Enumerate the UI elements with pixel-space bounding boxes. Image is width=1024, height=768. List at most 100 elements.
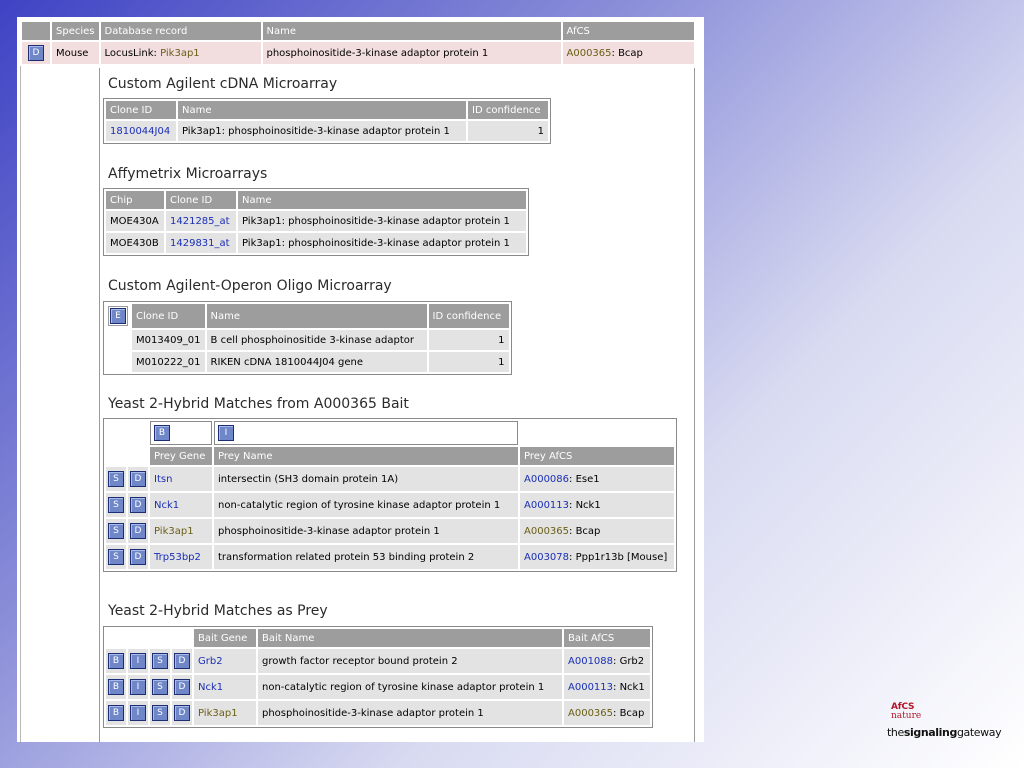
row-d-cell: D — [128, 519, 148, 543]
clone-id-cell: M013409_01 — [132, 330, 205, 350]
record-database: LocusLink: Pik3ap1 — [100, 42, 261, 64]
y2h-bait-toolbar-i: I — [214, 421, 518, 445]
row-s-cell: S — [150, 649, 170, 673]
prey-gene-link[interactable]: Pik3ap1 — [154, 526, 194, 537]
bait-afcs-link[interactable]: A000365 — [568, 708, 613, 719]
prey-afcs-link[interactable]: A000365 — [524, 526, 569, 537]
sequence-button[interactable]: S — [108, 523, 124, 539]
bait-afcs-suffix: : Grb2 — [613, 655, 645, 667]
bait-gene-link[interactable]: Grb2 — [198, 656, 223, 667]
affymetrix-col-chip: Chip — [106, 191, 164, 209]
clone-name-cell: Pik3ap1: phosphoinositide-3-kinase adapt… — [238, 233, 526, 253]
sequence-button[interactable]: S — [108, 549, 124, 565]
y2h-prey-col-afcs: Bait AfCS — [564, 629, 650, 647]
bait-gene-link[interactable]: Nck1 — [198, 682, 223, 693]
details-button[interactable]: D — [130, 497, 146, 513]
chip-cell: MOE430B — [106, 233, 164, 253]
table-row: S D Pik3ap1 phosphoinositide-3-kinase ad… — [106, 519, 674, 543]
bait-filter-button[interactable]: B — [154, 425, 170, 441]
bait-gene-cell: Nck1 — [194, 675, 256, 699]
sequence-button[interactable]: S — [108, 471, 124, 487]
prey-afcs-suffix: : Bcap — [569, 525, 601, 537]
record-header-name: Name — [262, 22, 561, 40]
locuslink-link[interactable]: Pik3ap1 — [160, 48, 200, 59]
bait-button[interactable]: B — [108, 653, 124, 669]
details-button[interactable]: D — [130, 523, 146, 539]
expand-button[interactable]: E — [110, 308, 126, 324]
clone-id-link[interactable]: 1429831_at — [170, 238, 230, 249]
confidence-cell: 1 — [428, 352, 509, 372]
bait-button[interactable]: B — [108, 705, 124, 721]
prey-afcs-suffix: : Ese1 — [569, 473, 600, 485]
clone-id-link[interactable]: 1421285_at — [170, 216, 230, 227]
interaction-button[interactable]: I — [130, 705, 146, 721]
prey-afcs-link[interactable]: A000113 — [524, 500, 569, 511]
gene-record-table: Species Database record Name AfCS D Mous… — [20, 20, 696, 66]
y2h-bait-header-spacer — [106, 447, 148, 465]
record-afcs-link[interactable]: A000365 — [567, 48, 612, 59]
signaling-gateway-logo: AfCS nature thesignalinggateway — [885, 702, 1003, 742]
details-button[interactable]: D — [174, 705, 190, 721]
row-d-cell: D — [172, 675, 192, 699]
bait-afcs-cell: A001088: Grb2 — [564, 649, 650, 673]
row-d-cell: D — [128, 493, 148, 517]
wordmark-gateway: gateway — [956, 726, 1002, 739]
record-header-database: Database record — [100, 22, 261, 40]
details-button[interactable]: D — [174, 679, 190, 695]
prey-afcs-link[interactable]: A000086 — [524, 474, 569, 485]
details-button[interactable]: D — [130, 471, 146, 487]
table-row: MOE430B 1429831_at Pik3ap1: phosphoinosi… — [106, 233, 526, 253]
details-button[interactable]: D — [174, 653, 190, 669]
bait-button[interactable]: B — [108, 679, 124, 695]
row-s-cell: S — [106, 519, 126, 543]
interaction-button[interactable]: I — [130, 679, 146, 695]
bait-afcs-link[interactable]: A001088 — [568, 656, 613, 667]
affymetrix-col-clone: Clone ID — [166, 191, 236, 209]
bait-gene-link[interactable]: Pik3ap1 — [198, 708, 238, 719]
prey-afcs-cell: A000365: Bcap — [520, 519, 674, 543]
y2h-bait-toolbar-b: B — [150, 421, 212, 445]
y2h-bait-header: Prey Gene Prey Name Prey AfCS — [106, 447, 674, 465]
clone-name-cell: B cell phosphoinositide 3-kinase adaptor — [206, 330, 427, 350]
affymetrix-header: Chip Clone ID Name — [106, 191, 526, 209]
y2h-bait-table: B I Prey Gene Prey Name Prey AfCS S D It… — [103, 418, 677, 572]
sequence-button[interactable]: S — [152, 679, 168, 695]
bait-gene-cell: Pik3ap1 — [194, 701, 256, 725]
bait-name-cell: non-catalytic region of tyrosine kinase … — [258, 675, 562, 699]
details-button[interactable]: D — [130, 549, 146, 565]
prey-gene-link[interactable]: Trp53bp2 — [154, 552, 201, 563]
prey-afcs-suffix: : Nck1 — [569, 499, 601, 511]
prey-afcs-link[interactable]: A003078 — [524, 552, 569, 563]
prey-gene-link[interactable]: Itsn — [154, 474, 172, 485]
table-row: 1810044J04 Pik3ap1: phosphoinositide-3-k… — [106, 121, 548, 141]
prey-gene-cell: Trp53bp2 — [150, 545, 212, 569]
clone-id-cell: 1810044J04 — [106, 121, 176, 141]
wordmark-signaling: signaling — [903, 726, 957, 739]
prey-gene-link[interactable]: Nck1 — [154, 500, 179, 511]
sequence-button[interactable]: S — [152, 653, 168, 669]
sequence-button[interactable]: S — [108, 497, 124, 513]
prey-afcs-cell: A000113: Nck1 — [520, 493, 674, 517]
row-b-cell: B — [106, 649, 126, 673]
table-row: B I S D Grb2 growth factor receptor boun… — [106, 649, 650, 673]
bait-afcs-cell: A000365: Bcap — [564, 701, 650, 725]
interaction-filter-button[interactable]: I — [218, 425, 234, 441]
expand-button-wrap: E — [108, 306, 128, 326]
record-afcs: A000365: Bcap — [562, 42, 694, 64]
agilent-cdna-title: Custom Agilent cDNA Microarray — [108, 76, 338, 92]
clone-id-link[interactable]: 1810044J04 — [110, 126, 170, 137]
sequence-button[interactable]: S — [152, 705, 168, 721]
row-b-cell: B — [106, 675, 126, 699]
operon-col-clone: Clone ID — [132, 304, 205, 328]
row-i-cell: I — [128, 649, 148, 673]
agilent-cdna-table: Clone ID Name ID confidence 1810044J04 P… — [103, 98, 551, 144]
y2h-bait-toolbar-row: B I — [106, 421, 674, 445]
y2h-bait-toolbar-spacer — [106, 421, 148, 445]
interaction-button[interactable]: I — [130, 653, 146, 669]
table-row: M013409_01 B cell phosphoinositide 3-kin… — [106, 330, 509, 350]
record-row: D Mouse LocusLink: Pik3ap1 phosphoinosit… — [22, 42, 694, 64]
details-button[interactable]: D — [28, 45, 44, 61]
bait-afcs-link[interactable]: A000113 — [568, 682, 613, 693]
left-gutter — [21, 68, 100, 742]
operon-table: E Clone ID Name ID confidence M013409_01… — [103, 301, 512, 375]
